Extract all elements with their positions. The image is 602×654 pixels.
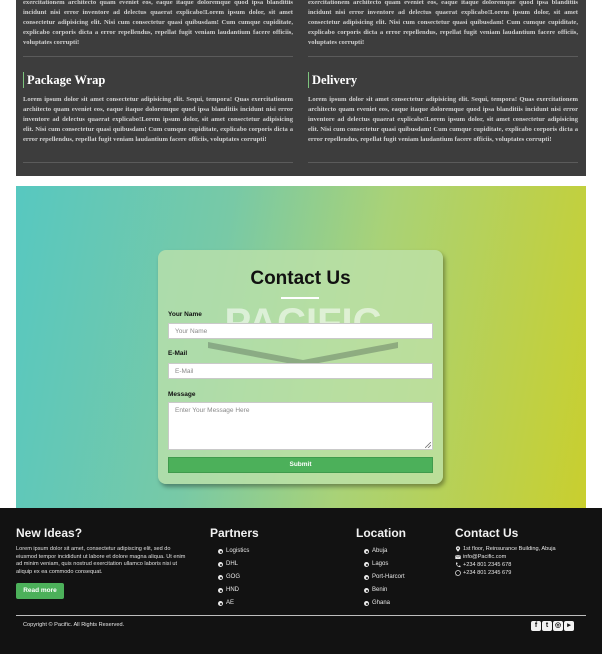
footer-heading-contact: Contact Us: [455, 526, 519, 540]
envelope-icon: [455, 555, 461, 559]
location-link[interactable]: Ghana: [364, 600, 405, 613]
map-marker-icon: [455, 546, 461, 552]
partner-label: GOG: [226, 574, 241, 580]
circle-bullet-icon: [364, 562, 369, 567]
youtube-icon[interactable]: ▸: [564, 621, 574, 631]
divider: [23, 56, 293, 57]
contact-section: PACIFIC Contact Us Your Name Your Name E…: [16, 186, 586, 508]
name-input[interactable]: Your Name: [168, 323, 433, 339]
service-text-delivery: Lorem ipsum dolor sit amet consectetur a…: [308, 96, 578, 143]
title-underline: [281, 297, 319, 299]
submit-button[interactable]: Submit: [168, 457, 433, 473]
partners-list: Logistics DHL GOG HND AE: [218, 548, 249, 613]
partner-link[interactable]: GOG: [218, 574, 249, 587]
footer-divider: [16, 615, 586, 616]
message-textarea[interactable]: Enter Your Message Here: [168, 402, 433, 450]
location-list: Abuja Lagos Port-Harcort Benin Ghana: [364, 548, 405, 613]
partner-label: AE: [226, 600, 235, 606]
partner-link[interactable]: DHL: [218, 561, 249, 574]
location-label: Abuja: [372, 548, 388, 554]
contact-form-card: PACIFIC Contact Us Your Name Your Name E…: [158, 250, 443, 484]
footer-new-ideas-text: Lorem ipsum dolor sit amet, consectetur …: [16, 546, 186, 575]
location-link[interactable]: Benin: [364, 587, 405, 600]
partner-label: Logistics: [226, 548, 250, 554]
copyright-text: Copyright © Pacific. All Rights Reserved…: [23, 622, 125, 628]
message-placeholder: Enter Your Message Here: [175, 407, 250, 414]
service-text-package-wrap: Lorem ipsum dolor sit amet consectetur a…: [23, 96, 293, 143]
whatsapp-text: +234 801 2345 679: [463, 570, 512, 576]
name-label: Your Name: [168, 311, 202, 318]
circle-bullet-icon: [364, 588, 369, 593]
circle-bullet-icon: [364, 601, 369, 606]
circle-bullet-icon: [364, 575, 369, 580]
location-label: Benin: [372, 587, 388, 593]
whatsapp-row[interactable]: +234 801 2345 679: [455, 569, 556, 577]
footer: New Ideas? Lorem ipsum dolor sit amet, c…: [0, 508, 602, 654]
location-label: Ghana: [372, 600, 391, 606]
footer-contact-info: 1st floor, Reinsurance Building, Abuja i…: [455, 545, 556, 577]
circle-bullet-icon: [218, 549, 223, 554]
facebook-icon[interactable]: f: [531, 621, 541, 631]
circle-bullet-icon: [218, 601, 223, 606]
partner-link[interactable]: HND: [218, 587, 249, 600]
location-link[interactable]: Abuja: [364, 548, 405, 561]
footer-heading-partners: Partners: [210, 526, 259, 540]
footer-heading-location: Location: [356, 526, 406, 540]
services-section: exercitationem architecto quam eveniet e…: [16, 0, 586, 176]
footer-heading-new-ideas: New Ideas?: [16, 526, 83, 540]
circle-bullet-icon: [218, 588, 223, 593]
circle-bullet-icon: [218, 562, 223, 567]
phone-row[interactable]: +234 801 2345 678: [455, 561, 556, 569]
read-more-button[interactable]: Read more: [16, 583, 64, 599]
instagram-icon[interactable]: ◎: [553, 621, 563, 631]
partner-link[interactable]: AE: [218, 600, 249, 613]
email-input[interactable]: E-Mail: [168, 363, 433, 379]
partner-link[interactable]: Logistics: [218, 548, 249, 561]
location-label: Port-Harcort: [372, 574, 405, 580]
service-top-text-right: exercitationem architecto quam eveniet e…: [308, 0, 578, 46]
location-link[interactable]: Port-Harcort: [364, 574, 405, 587]
resize-handle-icon[interactable]: [425, 442, 431, 448]
address-text: 1st floor, Reinsurance Building, Abuja: [463, 546, 556, 552]
address-row: 1st floor, Reinsurance Building, Abuja: [455, 545, 556, 553]
circle-bullet-icon: [364, 549, 369, 554]
service-top-text-left: exercitationem architecto quam eveniet e…: [23, 0, 293, 46]
contact-title: Contact Us: [250, 268, 351, 289]
partner-label: DHL: [226, 561, 239, 567]
circle-bullet-icon: [218, 575, 223, 580]
divider: [308, 162, 578, 163]
divider: [23, 162, 293, 163]
location-label: Lagos: [372, 561, 389, 567]
location-link[interactable]: Lagos: [364, 561, 405, 574]
email-row[interactable]: info@Pacific.com: [455, 553, 556, 561]
twitter-icon[interactable]: t: [542, 621, 552, 631]
whatsapp-icon: [455, 570, 461, 576]
partner-label: HND: [226, 587, 239, 593]
phone-icon: [455, 562, 461, 568]
phone-text: +234 801 2345 678: [463, 562, 512, 568]
social-links: f t ◎ ▸: [531, 621, 574, 631]
email-label: E-Mail: [168, 350, 188, 357]
divider: [308, 56, 578, 57]
service-title-package-wrap: Package Wrap: [23, 72, 105, 88]
service-title-delivery: Delivery: [308, 72, 357, 88]
email-text: info@Pacific.com: [463, 554, 507, 560]
message-label: Message: [168, 391, 196, 398]
